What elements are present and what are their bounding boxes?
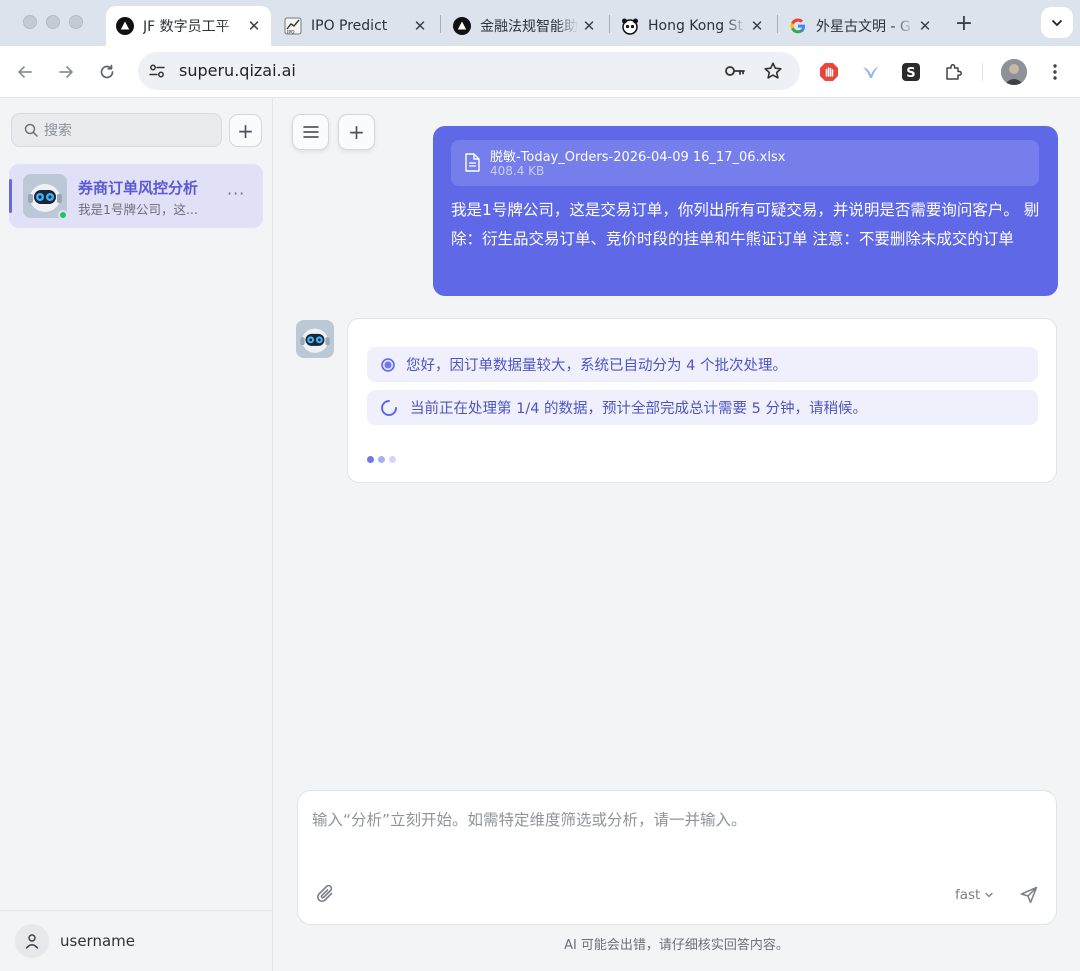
menu-kebab-icon[interactable] xyxy=(1043,60,1067,84)
status-text-batch: 您好，因订单数据量较大，系统已自动分为 4 个批次处理。 xyxy=(406,358,787,374)
toolbar-divider xyxy=(982,63,983,81)
tab-label: 金融法规智能助 xyxy=(480,19,578,35)
hamburger-menu-icon xyxy=(302,126,319,138)
window-zoom-control[interactable] xyxy=(69,15,83,29)
active-indicator xyxy=(9,179,12,213)
google-g-icon xyxy=(789,17,807,35)
search-icon xyxy=(24,123,38,137)
user-icon xyxy=(15,924,49,958)
search-placeholder: 搜索 xyxy=(44,123,72,139)
url-text[interactable]: superu.qizai.ai xyxy=(179,61,296,80)
browser-toolbar: superu.qizai.ai S xyxy=(0,46,1080,98)
model-label: fast xyxy=(955,887,981,903)
browser-tab-2[interactable]: IPO IPO Predict ✕ xyxy=(274,6,437,46)
status-message-batch: 您好，因订单数据量较大，系统已自动分为 4 个批次处理。 xyxy=(367,347,1038,382)
forward-button[interactable] xyxy=(53,59,79,85)
status-dot-icon xyxy=(381,357,395,372)
username-label: username xyxy=(60,932,135,950)
svg-text:S: S xyxy=(906,66,915,81)
tab-label: Hong Kong St xyxy=(648,18,743,34)
conversation-preview: 我是1号牌公司，这... xyxy=(78,202,198,217)
send-icon[interactable] xyxy=(1019,885,1039,905)
swallow-extension-icon[interactable] xyxy=(859,60,883,84)
browser-tab-strip: JF 数字员工平 ✕ IPO IPO Predict ✕ 金融法规智能助 ✕ H… xyxy=(0,0,1080,46)
browser-tab-1[interactable]: JF 数字员工平 ✕ xyxy=(106,6,271,46)
tab-label: IPO Predict xyxy=(311,18,388,34)
adblock-extension-icon[interactable] xyxy=(817,60,841,84)
tab-close-icon[interactable]: ✕ xyxy=(409,15,431,37)
conversation-item[interactable]: 券商订单风控分析 我是1号牌公司，这... ··· xyxy=(9,164,263,228)
chevron-down-icon xyxy=(985,892,994,898)
back-button[interactable] xyxy=(12,59,38,85)
tab-close-icon[interactable]: ✕ xyxy=(243,15,265,37)
attachment-file-size: 408.4 KB xyxy=(490,164,545,178)
browser-tab-4[interactable]: Hong Kong St ✕ xyxy=(611,6,774,46)
address-bar[interactable]: superu.qizai.ai xyxy=(138,52,800,90)
new-chat-button[interactable]: + xyxy=(229,114,262,147)
arrow-right-icon xyxy=(59,66,73,78)
ai-disclaimer: AI 可能会出错，请仔细核实回答内容。 xyxy=(564,938,789,953)
arrow-left-icon xyxy=(18,66,32,78)
document-icon xyxy=(465,153,480,172)
star-icon[interactable] xyxy=(763,61,783,81)
tab-close-icon[interactable]: ✕ xyxy=(746,15,768,37)
status-message-progress: 当前正在处理第 1/4 的数据，预计全部完成总计需要 5 分钟，请稍候。 xyxy=(367,390,1038,425)
tab-separator xyxy=(777,15,778,33)
browser-tab-5[interactable]: 外星古文明 - G ✕ xyxy=(779,6,942,46)
tab-separator xyxy=(440,15,441,33)
paperclip-icon[interactable] xyxy=(316,883,336,905)
triangle-logo-icon xyxy=(116,17,134,35)
typing-indicator xyxy=(367,456,396,463)
loading-spinner-icon xyxy=(381,399,397,416)
bot-avatar-icon xyxy=(296,320,334,358)
status-text-progress: 当前正在处理第 1/4 的数据，预计全部完成总计需要 5 分钟，请稍候。 xyxy=(410,401,867,417)
ipo-logo-icon: IPO xyxy=(284,17,302,35)
attachment-card[interactable]: 脱敏-Today_Orders-2026-04-09 16_17_06.xlsx… xyxy=(451,140,1039,186)
sidebar: 搜索 + 券商订单风控分析 我是1号牌公司，这... ··· username xyxy=(0,98,273,971)
toggle-sidebar-button[interactable] xyxy=(292,114,329,150)
chevron-down-icon xyxy=(1052,19,1062,26)
tab-separator xyxy=(609,15,610,33)
site-settings-icon[interactable] xyxy=(148,62,166,80)
tab-close-icon[interactable]: ✕ xyxy=(914,15,936,37)
model-selector[interactable]: fast xyxy=(955,887,994,903)
profile-avatar[interactable] xyxy=(1001,59,1027,85)
puzzle-extensions-icon[interactable] xyxy=(941,60,965,84)
attachment-file-name: 脱敏-Today_Orders-2026-04-09 16_17_06.xlsx xyxy=(490,150,786,165)
triangle-logo-icon xyxy=(453,17,471,35)
composer-placeholder[interactable]: 输入“分析”立刻开始。如需特定维度筛选或分析，请一并输入。 xyxy=(312,808,747,830)
key-icon[interactable] xyxy=(724,62,746,80)
chat-main: + 脱敏-Today_Orders-2026-04-09 16_17_06.xl… xyxy=(273,98,1080,971)
app-root: 搜索 + 券商订单风控分析 我是1号牌公司，这... ··· username … xyxy=(0,98,1080,971)
bot-message-card: 您好，因订单数据量较大，系统已自动分为 4 个批次处理。 当前正在处理第 1/4… xyxy=(347,318,1057,483)
online-status-dot xyxy=(58,210,68,220)
message-composer[interactable]: 输入“分析”立刻开始。如需特定维度筛选或分析，请一并输入。 fast xyxy=(297,790,1057,925)
new-tab-button[interactable]: + xyxy=(952,11,976,36)
user-message-text: 我是1号牌公司，这是交易订单，你列出所有可疑交易，并说明是否需要询问客户。 剔除… xyxy=(451,201,1040,248)
more-options-button[interactable]: ··· xyxy=(227,184,245,203)
user-message-bubble: 脱敏-Today_Orders-2026-04-09 16_17_06.xlsx… xyxy=(433,126,1058,296)
panda-logo-icon xyxy=(621,17,639,35)
reload-button[interactable] xyxy=(94,59,120,85)
new-chat-button-main[interactable]: + xyxy=(338,114,375,150)
window-close-control[interactable] xyxy=(23,15,37,29)
svg-text:IPO: IPO xyxy=(287,30,295,36)
search-input[interactable]: 搜索 xyxy=(11,113,222,147)
tab-search-button[interactable] xyxy=(1041,7,1073,38)
reload-icon xyxy=(100,64,114,79)
user-profile-bar[interactable]: username xyxy=(0,910,272,971)
tab-close-icon[interactable]: ✕ xyxy=(578,15,600,37)
conversation-title: 券商订单风控分析 xyxy=(78,179,199,197)
tab-label: 外星古文明 - G xyxy=(816,19,911,35)
window-minimize-control[interactable] xyxy=(46,15,60,29)
browser-tab-3[interactable]: 金融法规智能助 ✕ xyxy=(443,6,606,46)
s-extension-icon[interactable]: S xyxy=(899,60,923,84)
tab-label: JF 数字员工平 xyxy=(143,19,230,35)
